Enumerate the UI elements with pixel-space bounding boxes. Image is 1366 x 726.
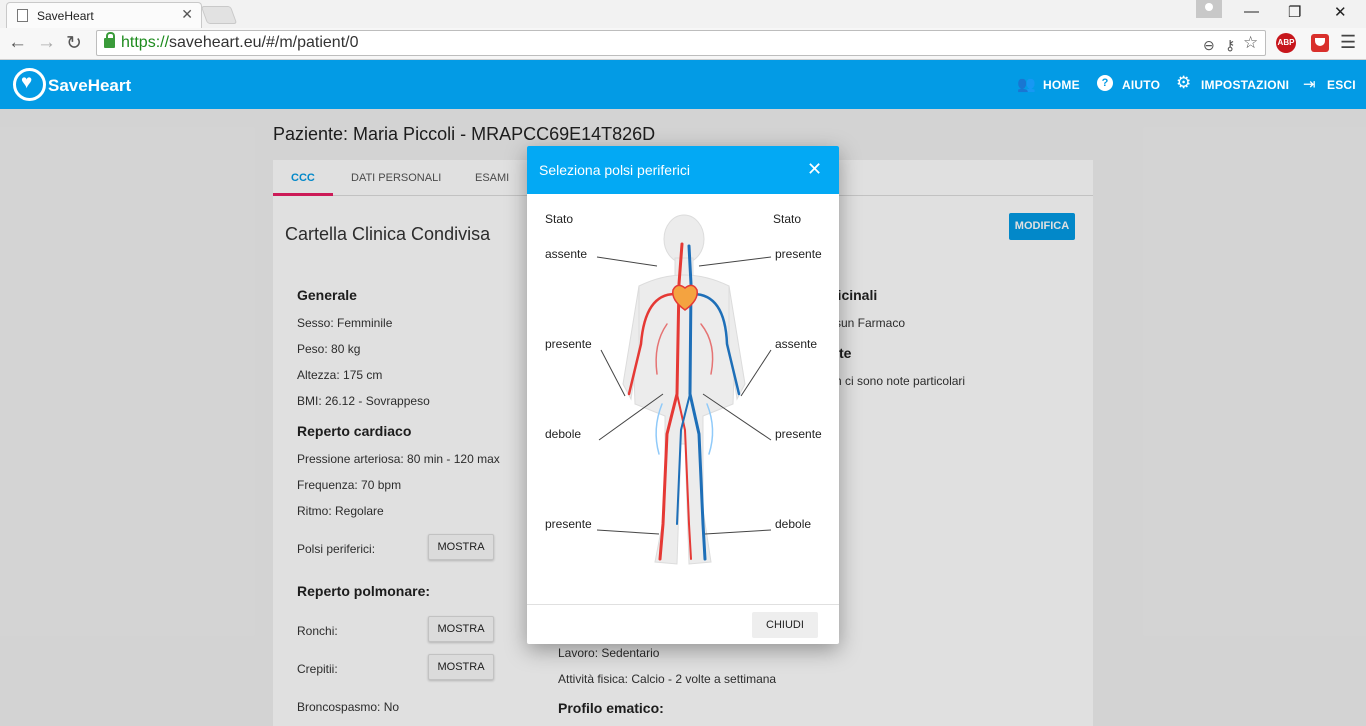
back-icon[interactable]: ← bbox=[8, 32, 27, 54]
browser-tab-strip: SaveHeart ✕ — ❐ ✕ bbox=[0, 0, 1366, 28]
nav-aiuto[interactable]: AIUTO bbox=[1122, 78, 1160, 92]
key-icon[interactable]: ⚷ bbox=[1225, 37, 1235, 54]
restore-icon[interactable]: ❐ bbox=[1288, 3, 1301, 21]
app-header: SaveHeart 👥 HOME ? AIUTO ⚙ IMPOSTAZIONI … bbox=[0, 60, 1366, 109]
adblock-icon[interactable]: ABP bbox=[1276, 33, 1296, 53]
close-tab-icon[interactable]: ✕ bbox=[181, 6, 193, 23]
reload-icon[interactable]: ↻ bbox=[66, 32, 82, 55]
pocket-icon[interactable] bbox=[1311, 34, 1329, 52]
help-icon[interactable]: ? bbox=[1097, 75, 1113, 91]
chiudi-button[interactable]: CHIUDI bbox=[752, 612, 818, 638]
pulse-left-radial[interactable]: presente bbox=[545, 337, 592, 351]
body-silhouette bbox=[622, 214, 746, 565]
lock-icon bbox=[104, 32, 115, 48]
address-toolbar: ← → ↻ https://saveheart.eu/#/m/patient/0… bbox=[0, 28, 1366, 60]
menu-icon[interactable]: ☰ bbox=[1340, 32, 1356, 53]
minimize-icon[interactable]: — bbox=[1244, 3, 1259, 20]
nav-home[interactable]: HOME bbox=[1043, 78, 1080, 92]
url-input[interactable]: https://saveheart.eu/#/m/patient/0 ⊖ ⚷ ☆ bbox=[96, 30, 1266, 56]
url-text: https://saveheart.eu/#/m/patient/0 bbox=[121, 34, 359, 51]
browser-tab[interactable]: SaveHeart ✕ bbox=[6, 2, 202, 28]
stato-right-header: Stato bbox=[773, 212, 802, 226]
polsi-modal: Seleziona polsi periferici ✕ Stato Stato… bbox=[527, 146, 839, 644]
pulse-left-femoral[interactable]: debole bbox=[545, 427, 581, 441]
pulse-right-carotid[interactable]: presente bbox=[775, 247, 822, 261]
pulse-right-pedal[interactable]: debole bbox=[775, 517, 811, 531]
forward-icon[interactable]: → bbox=[37, 32, 56, 54]
nav-impostazioni[interactable]: IMPOSTAZIONI bbox=[1201, 78, 1289, 92]
modal-title: Seleziona polsi periferici bbox=[539, 162, 690, 178]
people-icon[interactable]: 👥 bbox=[1017, 75, 1036, 93]
close-window-icon[interactable]: ✕ bbox=[1334, 3, 1347, 21]
modal-header: Seleziona polsi periferici ✕ bbox=[527, 146, 839, 194]
close-icon[interactable]: ✕ bbox=[807, 159, 822, 180]
tab-title: SaveHeart bbox=[37, 9, 94, 23]
stato-left-header: Stato bbox=[545, 212, 574, 226]
modal-body: Stato Stato assente presente debole pres… bbox=[527, 194, 839, 604]
heart-logo-icon[interactable] bbox=[13, 68, 46, 101]
pulse-right-radial[interactable]: assente bbox=[775, 337, 817, 351]
bookmark-star-icon[interactable]: ☆ bbox=[1243, 33, 1258, 53]
zoom-icon[interactable]: ⊖ bbox=[1203, 37, 1215, 54]
pulse-left-pedal[interactable]: presente bbox=[545, 517, 592, 531]
gear-icon[interactable]: ⚙ bbox=[1176, 73, 1191, 93]
nav-esci[interactable]: ESCI bbox=[1327, 78, 1356, 92]
new-tab-button[interactable] bbox=[200, 6, 238, 24]
brand-name[interactable]: SaveHeart bbox=[48, 76, 131, 96]
logout-icon[interactable]: ⇥ bbox=[1303, 75, 1316, 93]
pulse-right-femoral[interactable]: presente bbox=[775, 427, 822, 441]
pulse-left-carotid[interactable]: assente bbox=[545, 247, 587, 261]
profile-icon[interactable] bbox=[1196, 0, 1222, 18]
modal-footer: CHIUDI bbox=[527, 604, 839, 644]
page-icon bbox=[17, 9, 28, 22]
